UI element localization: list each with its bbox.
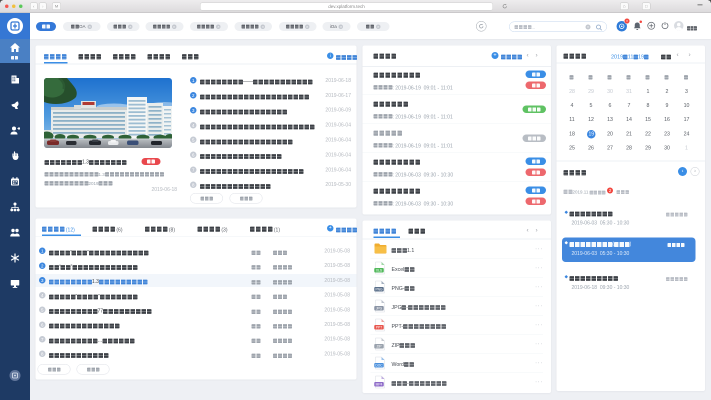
svg-text:ZIP: ZIP bbox=[376, 345, 381, 349]
svg-text:MP4: MP4 bbox=[376, 383, 383, 387]
svg-text:JPG: JPG bbox=[376, 307, 383, 311]
svg-text:XLS: XLS bbox=[376, 269, 383, 273]
svg-text:PPT: PPT bbox=[376, 326, 382, 330]
svg-text:PNG: PNG bbox=[375, 288, 383, 292]
svg-text:DOC: DOC bbox=[375, 364, 383, 368]
